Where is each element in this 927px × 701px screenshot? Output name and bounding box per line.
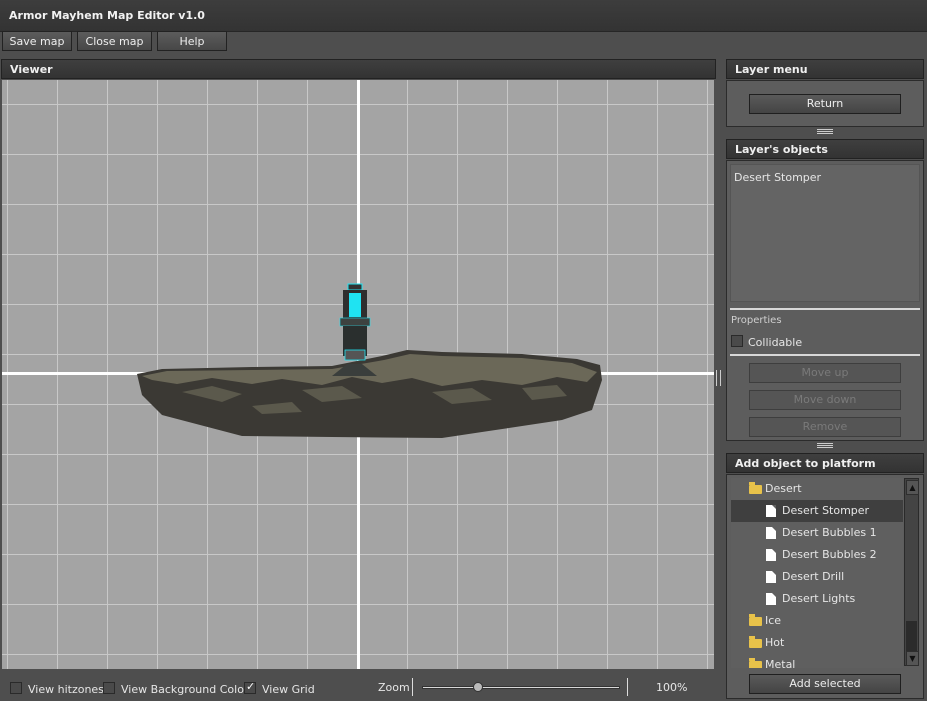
view-hitzones-label: View hitzones <box>28 683 104 696</box>
view-background-color-checkbox[interactable] <box>103 682 115 694</box>
folder-icon <box>749 636 762 648</box>
layer-objects-list[interactable]: Desert Stomper <box>730 164 920 302</box>
properties-label: Properties <box>731 315 782 326</box>
view-hitzones-checkbox[interactable] <box>10 682 22 694</box>
add-object-header: Add object to platform <box>726 453 924 473</box>
file-icon <box>766 571 776 583</box>
move-up-button[interactable]: Move up <box>749 363 901 383</box>
view-grid-checkbox[interactable]: ✓ <box>244 680 256 694</box>
file-icon <box>766 505 776 517</box>
tree-scrollbar[interactable]: ▲ ▼ <box>904 478 919 666</box>
checkmark-icon: ✓ <box>246 680 256 693</box>
folder-icon <box>749 658 762 668</box>
scroll-up-arrow-icon[interactable]: ▲ <box>906 480 919 495</box>
zoom-label: Zoom <box>378 681 410 694</box>
view-background-color-label: View Background Color <box>121 683 249 696</box>
layer-objects-panel: Desert Stomper Properties Collidable Mov… <box>726 160 924 441</box>
rock-platform[interactable] <box>137 350 602 438</box>
viewer-resize-handle[interactable] <box>716 370 721 386</box>
title-bar: Armor Mayhem Map Editor v1.0 <box>0 0 927 32</box>
layer-objects-resize-grip[interactable] <box>817 443 833 448</box>
zoom-slider-track[interactable] <box>422 686 620 689</box>
layer-menu-resize-grip[interactable] <box>817 129 833 134</box>
tree-item-desert-lights[interactable]: Desert Lights <box>731 588 903 610</box>
tree-item-desert-bubbles-2[interactable]: Desert Bubbles 2 <box>731 544 903 566</box>
remove-button[interactable]: Remove <box>749 417 901 437</box>
add-selected-button[interactable]: Add selected <box>749 674 901 694</box>
view-grid-label: View Grid <box>262 683 315 696</box>
tree-item-desert-bubbles-1[interactable]: Desert Bubbles 1 <box>731 522 903 544</box>
save-map-button[interactable]: Save map <box>2 31 72 51</box>
scroll-thumb[interactable] <box>906 621 917 651</box>
scroll-down-arrow-icon[interactable]: ▼ <box>906 651 919 666</box>
layer-menu-header: Layer menu <box>726 59 924 79</box>
tree-item-desert-stomper[interactable]: Desert Stomper <box>731 500 903 522</box>
viewer-header: Viewer <box>1 59 716 79</box>
divider <box>730 308 920 310</box>
tree-folder-metal[interactable]: Metal <box>731 654 903 668</box>
tree-folder-desert[interactable]: Desert <box>731 478 903 500</box>
folder-open-icon <box>749 482 762 494</box>
collidable-label: Collidable <box>748 336 803 349</box>
zoom-value: 100% <box>656 681 688 694</box>
divider <box>730 354 920 356</box>
move-down-button[interactable]: Move down <box>749 390 901 410</box>
zoom-slider-knob[interactable] <box>473 682 483 692</box>
map-viewport[interactable] <box>2 80 714 669</box>
file-icon <box>766 549 776 561</box>
object-tree[interactable]: Desert Desert Stomper Desert Bubbles 1 D… <box>731 478 903 668</box>
zoom-min-tick <box>412 678 413 696</box>
close-map-button[interactable]: Close map <box>77 31 152 51</box>
file-icon <box>766 527 776 539</box>
tree-folder-ice[interactable]: Ice <box>731 610 903 632</box>
file-icon <box>766 593 776 605</box>
map-scene <box>137 283 602 438</box>
list-item[interactable]: Desert Stomper <box>734 171 821 184</box>
zoom-max-tick <box>627 678 628 696</box>
help-button[interactable]: Help <box>157 31 227 51</box>
tree-item-desert-drill[interactable]: Desert Drill <box>731 566 903 588</box>
tree-folder-hot[interactable]: Hot <box>731 632 903 654</box>
window-title: Armor Mayhem Map Editor v1.0 <box>9 9 205 22</box>
collidable-checkbox[interactable] <box>731 335 743 347</box>
layer-menu-panel: Return <box>726 80 924 127</box>
layer-objects-header: Layer's objects <box>726 139 924 159</box>
folder-icon <box>749 614 762 626</box>
return-button[interactable]: Return <box>749 94 901 114</box>
